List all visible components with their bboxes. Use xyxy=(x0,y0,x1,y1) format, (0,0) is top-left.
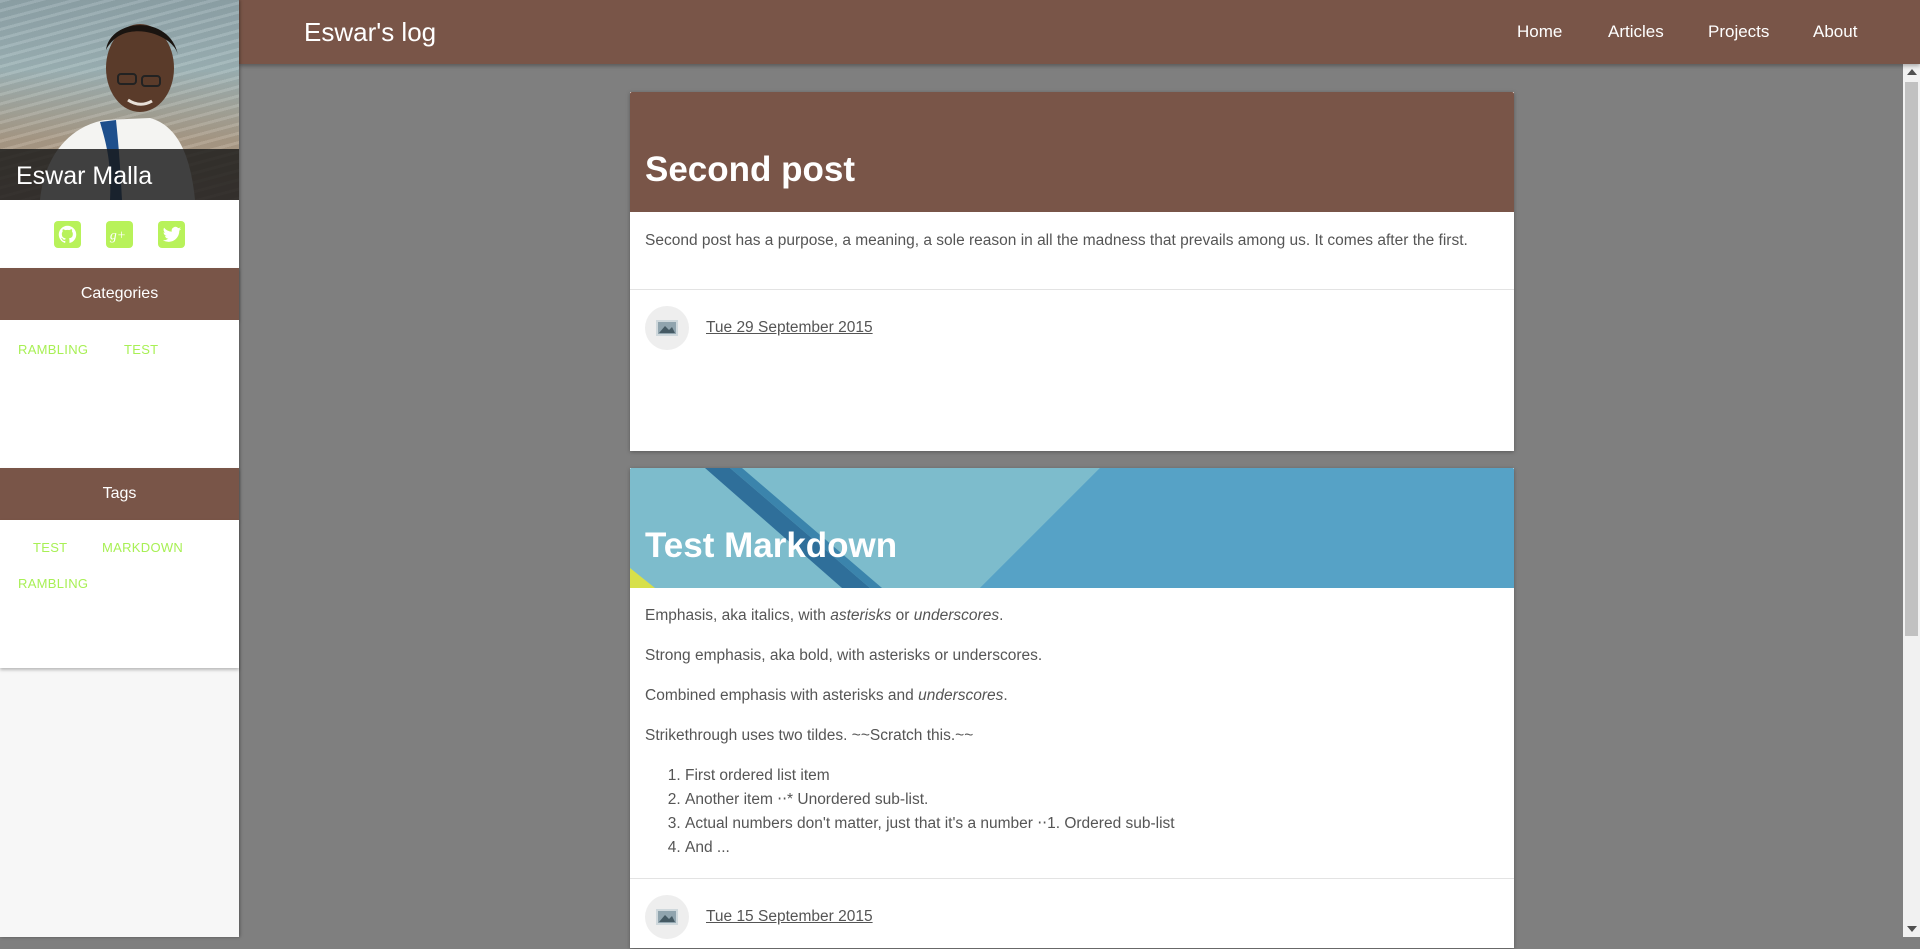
google-plus-icon[interactable]: g+ xyxy=(106,221,133,248)
scrollbar-thumb[interactable] xyxy=(1905,82,1918,636)
categories-list: RAMBLING TEST xyxy=(0,320,239,468)
strong-emphasis-paragraph: Strong emphasis, aka bold, with asterisk… xyxy=(645,647,1043,664)
list-item: Actual numbers don't matter, just that i… xyxy=(685,812,1499,836)
svg-text:g+: g+ xyxy=(109,227,125,242)
nav-projects[interactable]: Projects xyxy=(1708,22,1769,42)
profile-header: Eswar Malla xyxy=(0,0,239,200)
twitter-icon[interactable] xyxy=(158,221,185,248)
categories-header: Categories xyxy=(0,268,239,320)
tag-link-markdown[interactable]: MARKDOWN xyxy=(102,540,183,555)
nav-about[interactable]: About xyxy=(1813,22,1857,42)
tag-link-test[interactable]: TEST xyxy=(33,540,67,555)
post-summary-text: Second post has a purpose, a meaning, a … xyxy=(645,232,1468,249)
top-navbar: Eswar's log Home Articles Projects About xyxy=(239,0,1920,64)
category-link-rambling[interactable]: RAMBLING xyxy=(18,342,88,357)
github-icon[interactable] xyxy=(54,221,81,248)
profile-name-bar: Eswar Malla xyxy=(0,149,239,200)
post-date[interactable]: Tue 15 September 2015 xyxy=(706,908,873,926)
post-date[interactable]: Tue 29 September 2015 xyxy=(706,319,873,337)
list-item: And ... xyxy=(685,836,1499,860)
site-brand[interactable]: Eswar's log xyxy=(304,17,436,48)
tags-header: Tags xyxy=(0,468,239,520)
post-header[interactable]: Second post xyxy=(630,92,1514,212)
post-title[interactable]: Second post xyxy=(645,150,855,190)
list-item: Another item ⋅⋅* Unordered sub-list. xyxy=(685,788,1499,812)
post-summary: Second post has a purpose, a meaning, a … xyxy=(630,212,1514,289)
category-link-test[interactable]: TEST xyxy=(124,342,158,357)
nav-articles[interactable]: Articles xyxy=(1608,22,1664,42)
strikethrough-paragraph: Strikethrough uses two tildes. ~~Scratch… xyxy=(645,727,974,744)
author-avatar xyxy=(645,895,689,939)
page-scrollbar[interactable] xyxy=(1903,64,1920,937)
profile-name: Eswar Malla xyxy=(16,162,153,190)
combined-emphasis-paragraph: Combined emphasis with asterisks and und… xyxy=(645,687,1008,704)
post-footer: Tue 15 September 2015 xyxy=(630,878,1514,949)
emphasis-paragraph: Emphasis, aka italics, with asterisks or… xyxy=(645,607,1004,624)
tags-list: TEST MARKDOWN RAMBLING xyxy=(0,520,239,668)
social-links: g+ xyxy=(0,200,239,268)
ordered-list: First ordered list item Another item ⋅⋅*… xyxy=(645,764,1499,860)
post-title[interactable]: Test Markdown xyxy=(645,526,897,566)
author-avatar xyxy=(645,306,689,350)
scroll-down-arrow-icon[interactable] xyxy=(1907,926,1917,932)
scroll-up-arrow-icon[interactable] xyxy=(1907,69,1917,75)
sidebar: Eswar Malla g+ Categories RAMBLING TEST … xyxy=(0,0,239,937)
nav-home[interactable]: Home xyxy=(1517,22,1562,42)
post-content: Emphasis, aka italics, with asterisks or… xyxy=(630,588,1514,860)
post-header[interactable]: Test Markdown xyxy=(630,468,1514,588)
list-item: First ordered list item xyxy=(685,764,1499,788)
post-card: Second post Second post has a purpose, a… xyxy=(630,92,1514,451)
post-card: Test Markdown Emphasis, aka italics, wit… xyxy=(630,468,1514,948)
tag-link-rambling[interactable]: RAMBLING xyxy=(18,576,88,591)
post-footer: Tue 29 September 2015 xyxy=(630,289,1514,360)
